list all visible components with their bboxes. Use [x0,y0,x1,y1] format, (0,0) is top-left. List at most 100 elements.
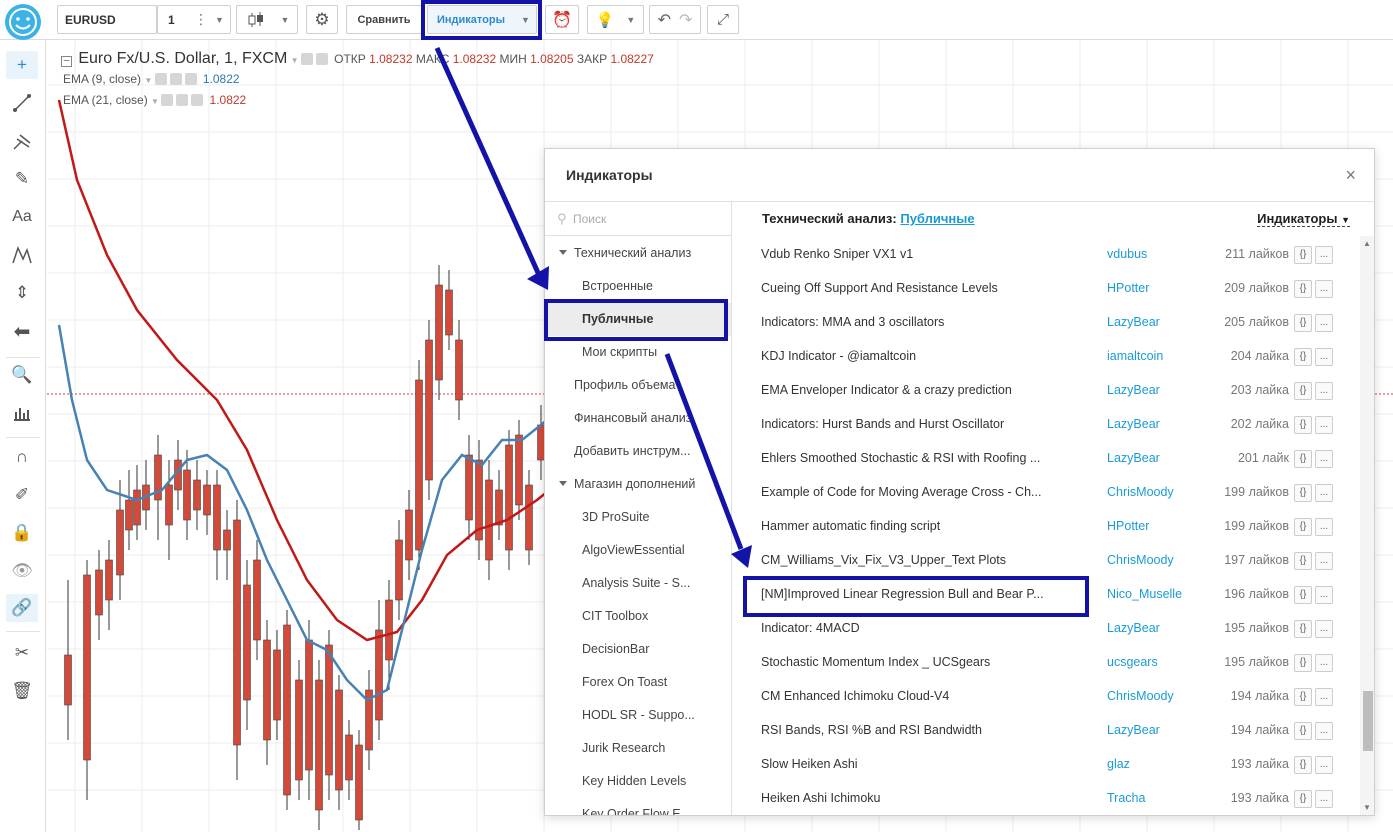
chevron-down-icon[interactable]: ▼ [144,76,154,85]
lock-icon[interactable]: 🔒 [8,519,36,547]
pitchfork-icon[interactable] [8,127,36,155]
source-code-button[interactable]: {} [1294,314,1312,332]
indicator-name[interactable]: KDJ Indicator - @iamaltcoin [761,349,1061,363]
text-tool-icon[interactable]: Aa [8,203,36,231]
more-button[interactable]: ... [1315,246,1333,264]
interval-select[interactable]: 1 ⋮ ▼ [157,5,231,34]
arrow-left-icon[interactable]: ⬅ [8,317,36,345]
source-code-button[interactable]: {} [1294,756,1312,774]
more-button[interactable]: ... [1315,348,1333,366]
indicator-name[interactable]: EMA Enveloper Indicator & a crazy predic… [761,383,1061,397]
source-code-button[interactable]: {} [1294,654,1312,672]
gear-icon[interactable] [176,94,189,106]
ideas-button[interactable]: 💡 ▼ [587,5,644,34]
sidebar-item[interactable]: Добавить инструм... [545,435,731,468]
symbol-input[interactable]: EURUSD [57,5,157,34]
compare-button[interactable]: Сравнить [346,5,422,34]
source-code-button[interactable]: {} [1294,722,1312,740]
indicator-row[interactable]: Example of Code for Moving Average Cross… [732,476,1359,510]
brush-icon[interactable]: ✎ [8,165,36,193]
indicator-name[interactable]: Indicators: Hurst Bands and Hurst Oscill… [761,417,1061,431]
scroll-down-arrow[interactable]: ▼ [1363,803,1371,812]
more-button[interactable]: ... [1315,416,1333,434]
indicator-author-link[interactable]: LazyBear [1107,723,1160,737]
indicator-author-link[interactable]: ucsgears [1107,655,1158,669]
more-button[interactable]: ... [1315,552,1333,570]
sidebar-item[interactable]: Analysis Suite - S... [545,567,731,600]
alert-button[interactable]: ⏰ [545,5,579,34]
ema21-label[interactable]: EMA (21, close) [63,93,148,107]
indicator-row[interactable]: KDJ Indicator - @iamaltcoin iamaltcoin 204… [732,340,1359,374]
chart-type-button[interactable]: ▼ [236,5,298,34]
scrollbar[interactable]: ▲ ▼ [1360,236,1374,815]
indicator-name[interactable]: Indicator: 4MACD [761,621,1061,635]
pattern-icon[interactable] [8,241,36,269]
eye-hidden-icon[interactable]: 👁 [8,557,36,585]
measure-icon[interactable]: ⇕ [8,279,36,307]
source-code-button[interactable]: {} [1294,416,1312,434]
source-code-button[interactable]: {} [1294,450,1312,468]
indicator-row[interactable]: EMA Enveloper Indicator & a crazy predic… [732,374,1359,408]
indicator-author-link[interactable]: HPotter [1107,281,1149,295]
indicator-author-link[interactable]: glaz [1107,757,1130,771]
more-button[interactable]: ... [1315,280,1333,298]
indicator-author-link[interactable]: LazyBear [1107,621,1160,635]
scrollbar-thumb[interactable] [1363,691,1373,751]
undo-icon[interactable]: ↶ [658,10,671,30]
sidebar-item[interactable]: HODL SR - Suppo... [545,699,731,732]
more-button[interactable]: ... [1315,756,1333,774]
indicator-row[interactable]: RSI Bands, RSI %B and RSI Bandwidth LazyB… [732,714,1359,748]
sidebar-item[interactable]: Финансовый анализ [545,402,731,435]
source-code-button[interactable]: {} [1294,280,1312,298]
gear-icon[interactable] [315,53,328,65]
sidebar-item[interactable]: Key Hidden Levels [545,765,731,798]
more-button[interactable]: ... [1315,450,1333,468]
sidebar-item[interactable]: Key Order Flow E... [545,798,731,815]
indicator-row[interactable]: CM Enhanced Ichimoku Cloud-V4 ChrisMoody 1… [732,680,1359,714]
more-button[interactable]: ... [1315,654,1333,672]
indicator-author-link[interactable]: LazyBear [1107,315,1160,329]
more-button[interactable]: ... [1315,688,1333,706]
indicator-name[interactable]: Example of Code for Moving Average Cross… [761,485,1061,499]
trash-icon[interactable]: 🗑 [8,677,36,705]
indicator-name[interactable]: Heiken Ashi Ichimoku [761,791,1061,805]
pencil-lock-icon[interactable]: ✐ [8,481,36,509]
source-code-button[interactable]: {} [1294,688,1312,706]
indicator-name[interactable]: Vdub Renko Sniper VX1 v1 [761,247,1061,261]
sidebar-item[interactable]: CIT Toolbox [545,600,731,633]
eye-icon[interactable] [154,73,167,85]
search-input[interactable]: ⚲ Поиск [545,202,731,236]
indicators-dropdown[interactable]: Индикаторы ▼ [1257,211,1350,227]
magnet-icon[interactable]: ∩ [8,443,36,471]
more-button[interactable]: ... [1315,518,1333,536]
tools-icon[interactable]: ✂ [8,639,36,667]
collapse-icon[interactable]: – [61,56,72,67]
redo-icon[interactable]: ↷ [679,10,692,30]
indicator-author-link[interactable]: ChrisMoody [1107,553,1174,567]
fullscreen-button[interactable]: ⤢ [707,5,739,34]
indicator-author-link[interactable]: Nico_Muselle [1107,587,1182,601]
indicator-row[interactable]: Cueing Off Support And Resistance Levels… [732,272,1359,306]
more-button[interactable]: ... [1315,790,1333,808]
indicator-name[interactable]: RSI Bands, RSI %B and RSI Bandwidth [761,723,1061,737]
chevron-down-icon[interactable]: ▼ [151,97,161,106]
sidebar-item[interactable]: Forex On Toast [545,666,731,699]
more-button[interactable]: ... [1315,314,1333,332]
indicator-name[interactable]: CM Enhanced Ichimoku Cloud-V4 [761,689,1061,703]
indicator-name[interactable]: Stochastic Momentum Index _ UCSgears [761,655,1061,669]
indicator-author-link[interactable]: ChrisMoody [1107,689,1174,703]
eye-icon[interactable] [300,53,313,65]
close-icon[interactable]: × [1345,165,1356,186]
indicator-author-link[interactable]: LazyBear [1107,451,1160,465]
source-code-button[interactable]: {} [1294,790,1312,808]
crosshair-icon[interactable]: + [6,51,38,79]
sidebar-item[interactable]: AlgoViewEssential [545,534,731,567]
more-button[interactable]: ... [1315,620,1333,638]
source-code-button[interactable]: {} [1294,620,1312,638]
indicator-author-link[interactable]: HPotter [1107,519,1149,533]
source-code-button[interactable]: {} [1294,552,1312,570]
trend-line-icon[interactable] [8,89,36,117]
indicator-author-link[interactable]: iamaltcoin [1107,349,1163,363]
source-code-button[interactable]: {} [1294,246,1312,264]
indicator-row[interactable]: Vdub Renko Sniper VX1 v1 vdubus 211 лайков… [732,238,1359,272]
